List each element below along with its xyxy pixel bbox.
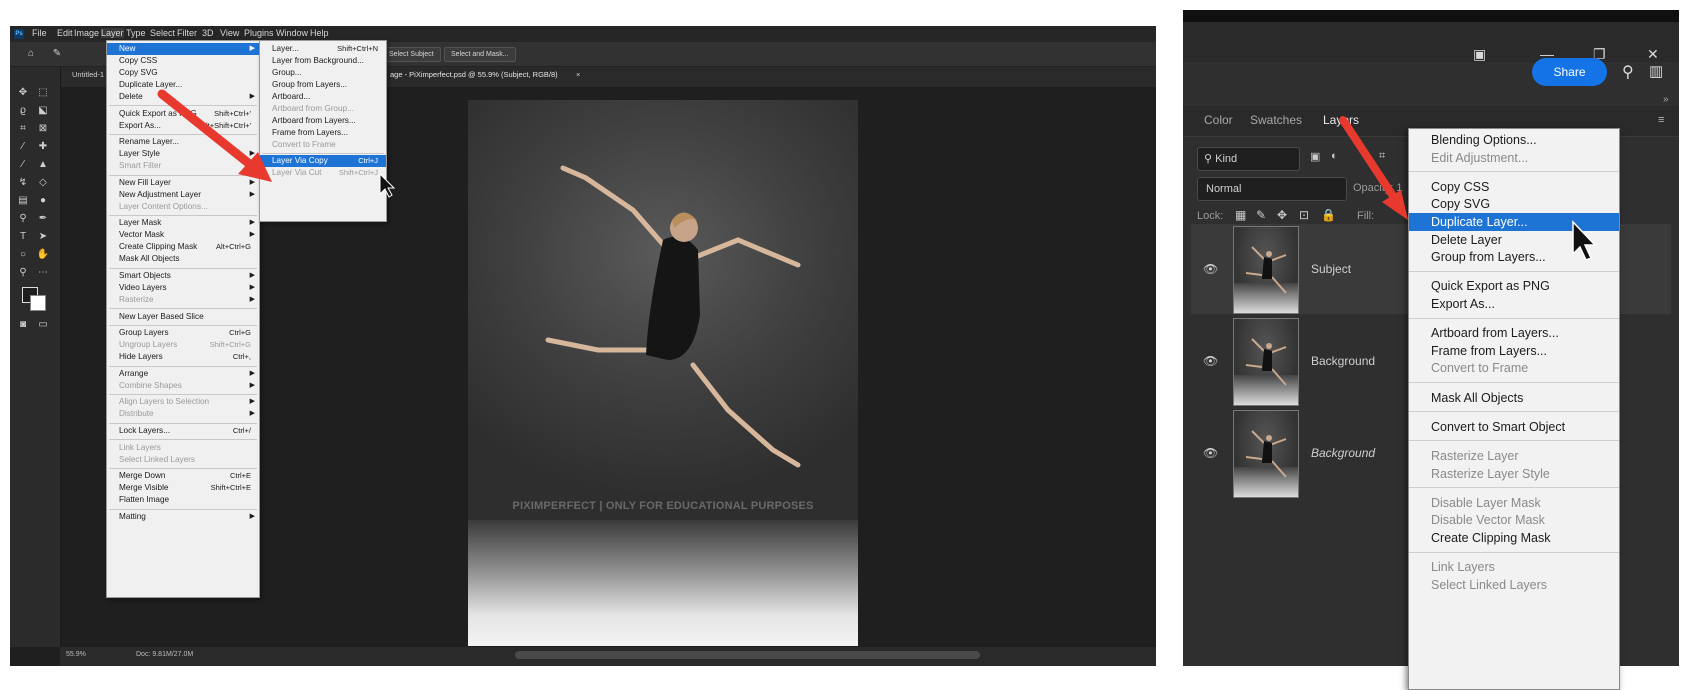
photoshop-window: Ps File Edit Image Layer Type Select Filter 3D V…: [10, 26, 1156, 666]
annotation-arrow: [157, 89, 396, 198]
mouse-cursor-icon: [379, 172, 396, 198]
annotation-arrow-right: [1339, 116, 1597, 261]
mouse-cursor-icon: [1572, 220, 1597, 261]
